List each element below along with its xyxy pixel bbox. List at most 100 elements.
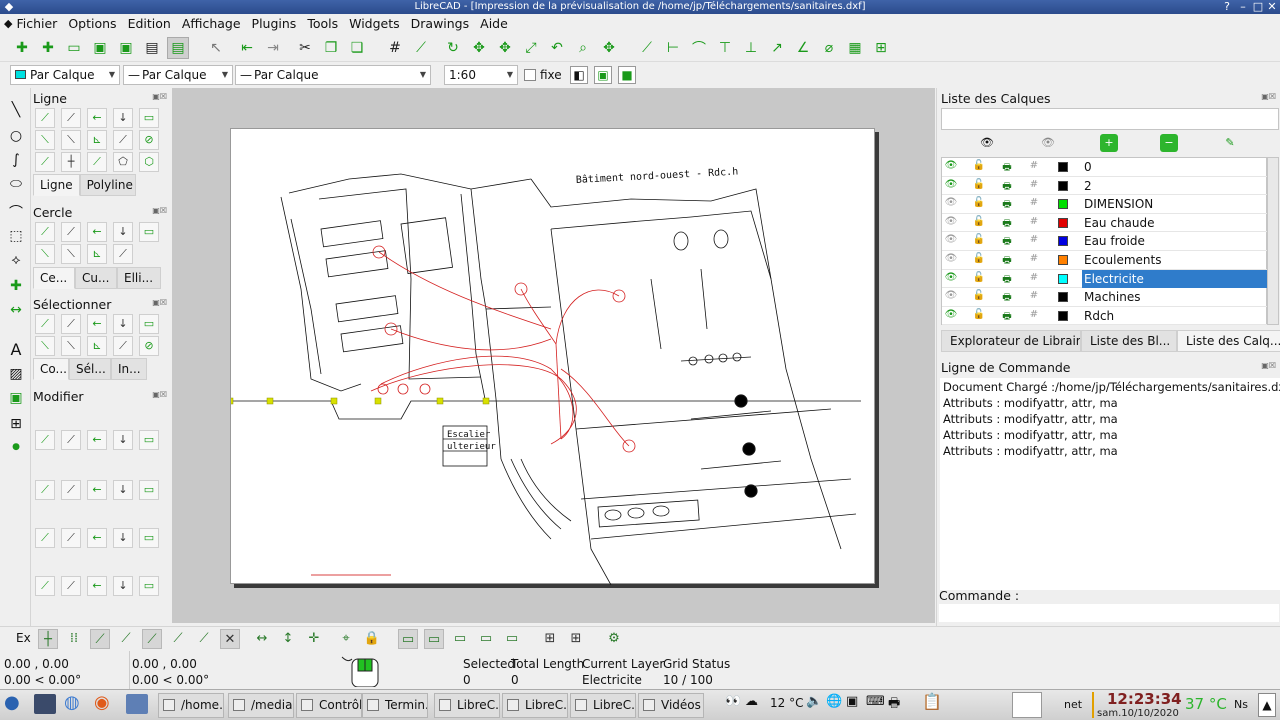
new-template-icon[interactable]: ✚	[37, 37, 59, 59]
circle-tool-2-icon[interactable]: ←	[87, 222, 107, 242]
lock-icon[interactable]: 🔓	[971, 216, 987, 227]
workspace-pager[interactable]	[1012, 692, 1042, 718]
cut-icon[interactable]: ✂	[294, 37, 316, 59]
clipboard-icon[interactable]: 📋	[922, 692, 942, 711]
panel-close-icon[interactable]: ▣☒	[152, 298, 167, 307]
print-toggle-icon[interactable]: 🖶	[999, 179, 1015, 196]
construction-icon[interactable]: #	[1026, 234, 1042, 245]
menu-edition[interactable]: Edition	[128, 16, 171, 31]
tab-selection[interactable]: Sél...	[69, 358, 111, 380]
modify-d-tool-0-icon[interactable]: ⟋	[35, 576, 55, 596]
dim-linear-icon[interactable]: ⊢	[662, 37, 684, 59]
help-icon[interactable]: ?	[1220, 0, 1234, 14]
circle-tool-7-icon[interactable]: ⊾	[87, 244, 107, 264]
snap-intersection-icon[interactable]: ✕	[220, 629, 240, 649]
tab-ligne[interactable]: Ligne	[33, 174, 80, 196]
hide-all-layers-icon[interactable]: 👁	[1039, 134, 1057, 152]
snap-middle-icon[interactable]: ⟋	[168, 629, 188, 649]
tab-layer-list[interactable]: Liste des Calq...	[1177, 330, 1280, 352]
print-toggle-icon[interactable]: 🖶	[999, 272, 1015, 289]
visibility-eye-icon[interactable]: 👁	[943, 272, 959, 283]
construction-icon[interactable]: #	[1026, 160, 1042, 171]
visibility-eye-icon[interactable]: 👁	[943, 309, 959, 320]
modify-b-tool-4-icon[interactable]: ▭	[139, 480, 159, 500]
grid-icon[interactable]: #	[384, 37, 406, 59]
layer-row[interactable]: 👁 🔓 🖶 # Eau chaude	[942, 214, 1268, 233]
modify-d-tool-3-icon[interactable]: ↓	[113, 576, 133, 596]
layer-list-scrollbar[interactable]	[1267, 157, 1279, 325]
layer-row[interactable]: 👁 🔓 🖶 # Machines	[942, 288, 1268, 307]
construction-icon[interactable]: #	[1026, 197, 1042, 208]
select-tool-7-icon[interactable]: ⊾	[87, 336, 107, 356]
layer-row[interactable]: 👁 🔓 🖶 # Electricite	[942, 269, 1268, 289]
line-tool-icon[interactable]: ╲	[5, 102, 27, 122]
draft-icon[interactable]: ⟋	[410, 37, 432, 59]
snap-onentity-icon[interactable]: ⟋	[116, 629, 136, 649]
lock-icon[interactable]: 🔓	[971, 160, 987, 171]
zoom-out-icon[interactable]: ✥	[494, 37, 516, 59]
undo-icon[interactable]: ⇤	[236, 37, 258, 59]
snap-endpoint-icon[interactable]: ⟋	[90, 629, 110, 649]
modify-tool-icon[interactable]: ✚	[5, 278, 27, 298]
layer-row[interactable]: 👁 🔓 🖶 # Eau froide	[942, 232, 1268, 251]
center-page-icon[interactable]: ■	[618, 66, 636, 84]
view-4-icon[interactable]: ▭	[476, 629, 496, 649]
modify-a-tool-2-icon[interactable]: ←	[87, 430, 107, 450]
taskbar-task[interactable]: LibreC...	[434, 693, 500, 718]
text-tool-icon[interactable]: A	[5, 340, 27, 360]
globe-icon[interactable]: 🌐	[826, 694, 842, 709]
modify-c-tool-4-icon[interactable]: ▭	[139, 528, 159, 548]
layer-row[interactable]: 👁 🔓 🖶 # DIMENSION	[942, 195, 1268, 214]
black-white-icon[interactable]: ◧	[570, 66, 588, 84]
command-input[interactable]	[939, 604, 1279, 622]
zoom-redraw-icon[interactable]: ↻	[442, 37, 464, 59]
lock-icon[interactable]: 🔓	[971, 290, 987, 301]
menu-tools[interactable]: Tools	[307, 16, 338, 31]
lock-icon[interactable]: 🔓	[971, 309, 987, 320]
modify-b-tool-3-icon[interactable]: ↓	[113, 480, 133, 500]
start-menu-icon[interactable]: ●	[4, 692, 20, 713]
construction-icon[interactable]: #	[1026, 179, 1042, 190]
print-toggle-icon[interactable]: 🖶	[999, 234, 1015, 251]
circle-tool-1-icon[interactable]: ⟋	[61, 222, 81, 242]
relative-zero-icon[interactable]: ⌖	[336, 629, 356, 649]
print-icon[interactable]: ▤	[141, 37, 163, 59]
dim-diameter-icon[interactable]: ⌀	[818, 37, 840, 59]
line-tool-4-icon[interactable]: ▭	[139, 108, 159, 128]
menu-drawings[interactable]: Drawings	[411, 16, 470, 31]
select-tool-9-icon[interactable]: ⊘	[139, 336, 159, 356]
menu-options[interactable]: Options	[68, 16, 116, 31]
modify-a-tool-4-icon[interactable]: ▭	[139, 430, 159, 450]
app-menu-icon[interactable]: ◆	[4, 17, 12, 30]
lock-icon[interactable]: 🔓	[971, 234, 987, 245]
drawing-canvas[interactable]: Bâtiment nord-ouest - Rdc.h Escalier ult…	[172, 88, 935, 623]
line-tool-5-icon[interactable]: ⟍	[35, 130, 55, 150]
image-tool-icon[interactable]: ▣	[5, 390, 27, 410]
fixed-checkbox[interactable]	[524, 69, 536, 81]
line-tool-9-icon[interactable]: ⊘	[139, 130, 159, 150]
lock-icon[interactable]: 🔓	[971, 197, 987, 208]
print-preview-paper[interactable]: Bâtiment nord-ouest - Rdc.h Escalier ult…	[230, 128, 875, 585]
modify-c-tool-3-icon[interactable]: ↓	[113, 528, 133, 548]
print-toggle-icon[interactable]: 🖶	[999, 253, 1015, 270]
firefox-icon[interactable]: ◉	[94, 692, 110, 713]
open-file-icon[interactable]: ▭	[63, 37, 85, 59]
dim-leader-icon[interactable]: ↗	[766, 37, 788, 59]
print-toggle-icon[interactable]: 🖶	[999, 309, 1015, 326]
line-tool-11-icon[interactable]: ┼	[61, 152, 81, 172]
fit-page-icon[interactable]: ▣	[594, 66, 612, 84]
block-insert-icon[interactable]: ▦	[844, 37, 866, 59]
snap-grid-icon[interactable]: ⁞⁞	[64, 629, 84, 649]
line-tool-14-icon[interactable]: ⬡	[139, 152, 159, 172]
dim-angular-icon[interactable]: ∠	[792, 37, 814, 59]
visibility-eye-icon[interactable]: 👁	[943, 234, 959, 245]
panel-close-icon[interactable]: ▣☒	[152, 92, 167, 101]
modify-c-tool-1-icon[interactable]: ⟋	[61, 528, 81, 548]
menu-affichage[interactable]: Affichage	[182, 16, 241, 31]
panel-close-icon[interactable]: ▣☒	[152, 206, 167, 215]
block-tool-icon[interactable]: ⊞	[5, 416, 27, 436]
terminal-tray-icon[interactable]: ▣	[846, 694, 858, 709]
modify-a-tool-1-icon[interactable]: ⟋	[61, 430, 81, 450]
menu-plugins[interactable]: Plugins	[252, 16, 297, 31]
scale-select[interactable]: 1:60 ▼	[444, 65, 518, 85]
